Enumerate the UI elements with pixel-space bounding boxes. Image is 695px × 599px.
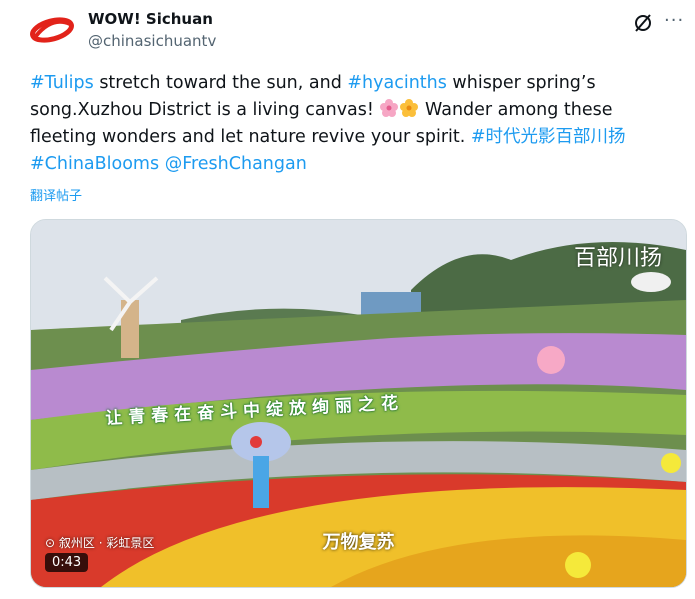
author-display-name[interactable]: WOW! Sichuan: [88, 10, 213, 28]
hashtag-hyacinths[interactable]: #hyacinths: [347, 73, 446, 93]
author-handle[interactable]: @chinasichuantv: [88, 32, 216, 50]
tweet-header: WOW! Sichuan @chinasichuantv ···: [30, 8, 683, 58]
blossom-emoji-icon: [400, 99, 419, 117]
video-duration-badge: 0:43: [45, 553, 89, 572]
location-pin-icon: ⊙: [45, 536, 59, 550]
mention-freshchangan[interactable]: @FreshChangan: [165, 154, 307, 174]
hashtag-tulips[interactable]: #Tulips: [30, 73, 94, 93]
video-watermark: 百部川扬: [573, 246, 662, 271]
tweet-text-1: stretch toward the sun, and: [93, 73, 348, 93]
video-location-label: ⊙ 叙州区 · 彩虹景区: [45, 534, 154, 551]
hashtag-cn[interactable]: #时代光影百部川扬: [471, 127, 626, 147]
grok-icon[interactable]: [632, 12, 654, 34]
translate-post-link[interactable]: 翻译帖子: [30, 185, 82, 204]
cherry-blossom-emoji-icon: [380, 99, 399, 117]
video-player[interactable]: 百部川扬 让青春在奋斗中绽放绚丽之花 万物复苏 ⊙ 叙州区 · 彩虹景区 0:4…: [30, 219, 687, 588]
video-location-text: 叙州区 · 彩虹景区: [58, 536, 155, 550]
wow-sichuan-logo-icon[interactable]: [30, 12, 74, 48]
tweet-body: #Tulips stretch toward the sun, and #hya…: [30, 70, 680, 178]
more-icon[interactable]: ···: [664, 10, 684, 31]
hashtag-chinablooms[interactable]: #ChinaBlooms: [30, 154, 159, 174]
